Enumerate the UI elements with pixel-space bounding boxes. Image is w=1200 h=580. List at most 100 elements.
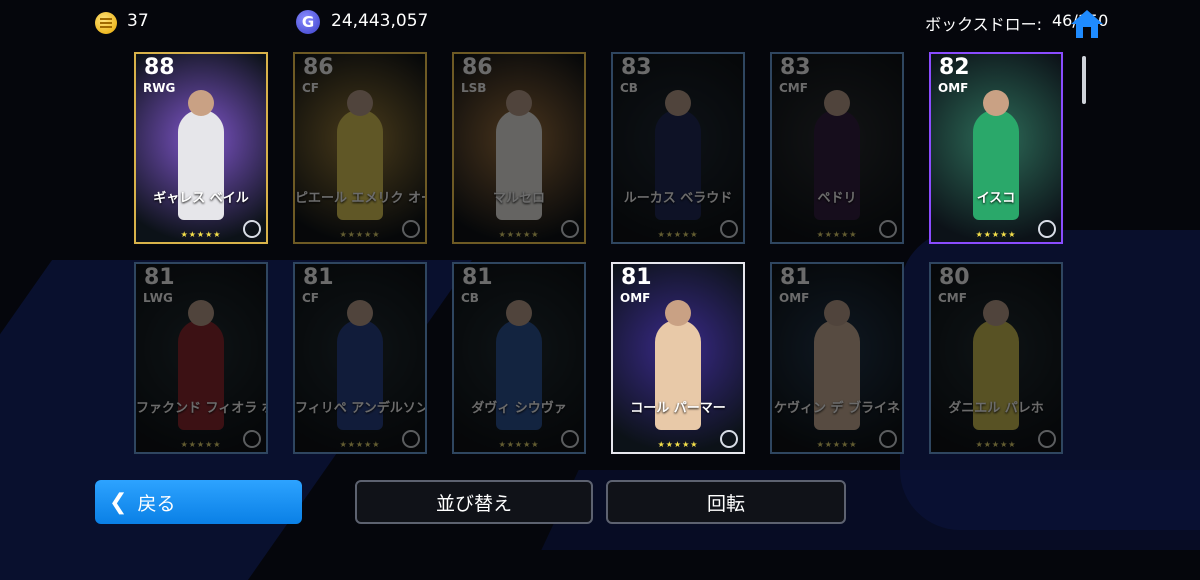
card-rating: 81 [621, 265, 652, 290]
player-card[interactable]: 83 CB ルーカス ベラウド ★★★★★ [611, 52, 745, 244]
box-draw-label: ボックスドロー: [925, 15, 1042, 34]
rotate-label: 回転 [706, 492, 745, 515]
card-rating: 86 [303, 55, 334, 80]
player-card[interactable]: 81 LWG ファクンド フィオラ ボルゴ ★★★★★ [134, 262, 268, 454]
player-card[interactable]: 80 CMF ダニエル パレホ ★★★★★ [929, 262, 1063, 454]
card-rating: 81 [303, 265, 334, 290]
efootball-logo-icon [402, 220, 420, 238]
gp-icon: G [296, 10, 320, 34]
card-position: CB [461, 291, 479, 305]
sort-label: 並び替え [435, 492, 512, 515]
efootball-logo-icon [720, 220, 738, 238]
back-button[interactable]: ❮ 戻る [95, 480, 302, 524]
player-head [347, 300, 373, 326]
card-rating: 81 [462, 265, 493, 290]
card-art: 86 LSB マルセロ ★★★★★ [454, 54, 584, 242]
card-rating: 82 [939, 55, 970, 80]
player-head [983, 90, 1009, 116]
card-player-name: ファクンド フィオラ ボルゴ [136, 401, 266, 416]
card-position: OMF [938, 81, 969, 95]
player-card[interactable]: 86 LSB マルセロ ★★★★★ [452, 52, 586, 244]
efootball-logo-icon [720, 430, 738, 448]
card-position: RWG [143, 81, 176, 95]
card-player-name: フィリペ アンデルソン デ ブリト [295, 401, 425, 416]
efootball-logo-icon [402, 430, 420, 448]
card-art: 83 CB ルーカス ベラウド ★★★★★ [613, 54, 743, 242]
card-art: 83 CMF ペドリ ★★★★★ [772, 54, 902, 242]
player-card[interactable]: 81 CB ダヴィ シウヴァ ★★★★★ [452, 262, 586, 454]
top-bar: 37 G 24,443,057 ボックスドロー: 46/150 [0, 0, 1200, 46]
card-art: 81 OMF コール パーマー ★★★★★ [613, 264, 743, 452]
card-position: CB [620, 81, 638, 95]
efootball-logo-icon [561, 220, 579, 238]
card-player-name: ルーカス ベラウド [623, 191, 733, 206]
chevron-left-icon: ❮ [109, 489, 128, 515]
card-position: LWG [143, 291, 173, 305]
card-art: 81 CF フィリペ アンデルソン デ ブリト ★★★★★ [295, 264, 425, 452]
scrollbar-track[interactable] [1082, 54, 1086, 474]
card-player-name: ダニエル パレホ [948, 401, 1044, 416]
sort-button[interactable]: 並び替え [355, 480, 593, 524]
card-player-name: ケヴィン デ ブライネ [773, 401, 901, 416]
player-card[interactable]: 88 RWG ギャレス ベイル ★★★★★ [134, 52, 268, 244]
card-rating: 81 [780, 265, 811, 290]
player-head [665, 300, 691, 326]
card-position: CMF [938, 291, 967, 305]
card-rating: 83 [780, 55, 811, 80]
coin-icon [95, 12, 117, 34]
card-position: CF [302, 81, 320, 95]
player-card[interactable]: 83 CMF ペドリ ★★★★★ [770, 52, 904, 244]
efootball-logo-icon [243, 220, 261, 238]
player-head [983, 300, 1009, 326]
card-art: 81 CB ダヴィ シウヴァ ★★★★★ [454, 264, 584, 452]
player-card[interactable]: 81 OMF コール パーマー ★★★★★ [611, 262, 745, 454]
card-art: 86 CF ピエール エメリク オーバメヤング ★★★★★ [295, 54, 425, 242]
player-card[interactable]: 86 CF ピエール エメリク オーバメヤング ★★★★★ [293, 52, 427, 244]
card-art: 82 OMF イスコ ★★★★★ [931, 54, 1061, 242]
efootball-logo-icon [879, 430, 897, 448]
player-head [506, 300, 532, 326]
home-icon[interactable] [1070, 8, 1104, 40]
player-head [824, 90, 850, 116]
gp-count: 24,443,057 [331, 11, 429, 31]
card-player-name: マルセロ [492, 191, 545, 206]
card-player-name: イスコ [976, 191, 1016, 206]
player-head [665, 90, 691, 116]
player-head [188, 90, 214, 116]
card-player-name: ギャレス ベイル [153, 191, 249, 206]
card-rating: 86 [462, 55, 493, 80]
card-art: 80 CMF ダニエル パレホ ★★★★★ [931, 264, 1061, 452]
rotate-button[interactable]: 回転 [606, 480, 846, 524]
efootball-logo-icon [1038, 220, 1056, 238]
back-label: 戻る [137, 492, 176, 515]
scrollbar-thumb[interactable] [1082, 56, 1086, 104]
card-rating: 81 [144, 265, 175, 290]
card-player-name: ピエール エメリク オーバメヤング [295, 191, 425, 206]
player-head [188, 300, 214, 326]
efootball-logo-icon [879, 220, 897, 238]
player-card[interactable]: 82 OMF イスコ ★★★★★ [929, 52, 1063, 244]
card-position: OMF [779, 291, 810, 305]
player-head [824, 300, 850, 326]
card-rating: 83 [621, 55, 652, 80]
efootball-logo-icon [1038, 430, 1056, 448]
card-player-name: コール パーマー [630, 401, 726, 416]
coin-count: 37 [127, 11, 149, 31]
player-card[interactable]: 81 OMF ケヴィン デ ブライネ ★★★★★ [770, 262, 904, 454]
card-art: 81 LWG ファクンド フィオラ ボルゴ ★★★★★ [136, 264, 266, 452]
card-position: CMF [779, 81, 808, 95]
card-rating: 80 [939, 265, 970, 290]
card-position: CF [302, 291, 320, 305]
player-head [506, 90, 532, 116]
card-art: 81 OMF ケヴィン デ ブライネ ★★★★★ [772, 264, 902, 452]
player-head [347, 90, 373, 116]
player-card[interactable]: 81 CF フィリペ アンデルソン デ ブリト ★★★★★ [293, 262, 427, 454]
efootball-logo-icon [561, 430, 579, 448]
card-position: OMF [620, 291, 651, 305]
card-position: LSB [461, 81, 487, 95]
card-player-name: ペドリ [817, 191, 857, 206]
card-art: 88 RWG ギャレス ベイル ★★★★★ [136, 54, 266, 242]
card-rating: 88 [144, 55, 175, 80]
card-player-name: ダヴィ シウヴァ [471, 401, 567, 416]
efootball-logo-icon [243, 430, 261, 448]
